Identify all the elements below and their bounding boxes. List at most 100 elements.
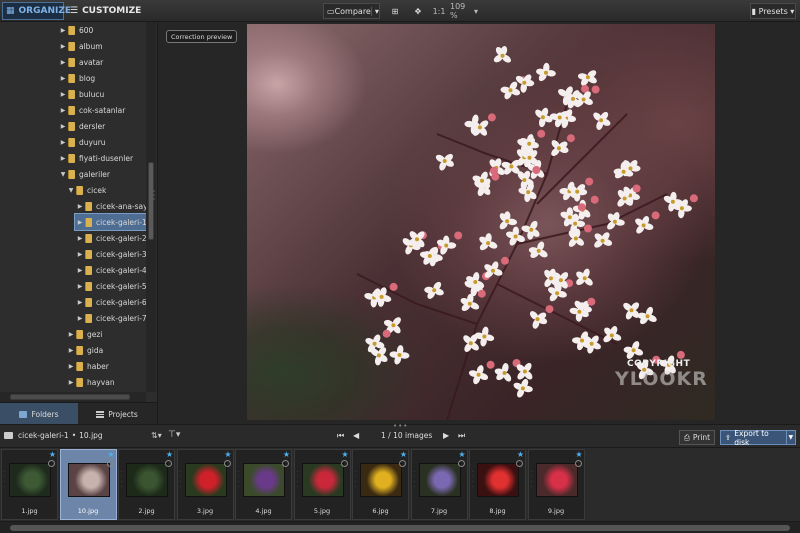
- rating-dots-icon[interactable]: · · · ·: [531, 470, 533, 490]
- star-icon[interactable]: ★: [458, 450, 465, 459]
- filmstrip-thumbnail[interactable]: ★ · · · · 10.jpg: [59, 449, 117, 520]
- tree-item-album[interactable]: ▶ album: [58, 38, 103, 54]
- tree-item-duyuru[interactable]: ▶ duyuru: [58, 134, 106, 150]
- fit-to-window-icon[interactable]: ⊞: [388, 3, 402, 19]
- expand-arrow-right-icon[interactable]: ▶: [75, 315, 85, 322]
- filmstrip-thumbnail[interactable]: ★ · · · · 3.jpg: [176, 449, 234, 520]
- label-circle-icon[interactable]: [574, 460, 582, 467]
- star-icon[interactable]: ★: [283, 450, 290, 459]
- expand-arrow-right-icon[interactable]: ▶: [58, 107, 68, 114]
- rating-dots-icon[interactable]: · · · ·: [121, 470, 123, 490]
- label-circle-icon[interactable]: [340, 460, 348, 467]
- label-circle-icon[interactable]: [106, 460, 114, 467]
- tree-item-cicek-galeri-1[interactable]: ▶ cicek-galeri-1: [74, 213, 146, 231]
- compare-button[interactable]: ▭ Compare ▾: [323, 3, 380, 19]
- expand-arrow-right-icon[interactable]: ▶: [58, 75, 68, 82]
- tree-item-cicek-galeri-6[interactable]: ▶ cicek-galeri-6: [75, 294, 146, 310]
- expand-arrow-right-icon[interactable]: ▶: [75, 283, 85, 290]
- tree-item-bulucu[interactable]: ▶ bulucu: [58, 86, 104, 102]
- filmstrip-thumbnail[interactable]: ★ · · · · 9.jpg: [527, 449, 585, 520]
- expand-arrow-right-icon[interactable]: ▶: [58, 155, 68, 162]
- star-icon[interactable]: ★: [517, 450, 524, 459]
- export-to-disk-button[interactable]: ⇪ Export to disk ▼: [720, 429, 796, 447]
- rating-dots-icon[interactable]: · · · ·: [297, 470, 299, 490]
- expand-arrow-right-icon[interactable]: ▶: [66, 379, 76, 386]
- expand-arrow-right-icon[interactable]: ▶: [75, 299, 85, 306]
- expand-arrow-right-icon[interactable]: ▶: [58, 91, 68, 98]
- tree-item-hayvan[interactable]: ▶ hayvan: [66, 374, 115, 390]
- rating-dots-icon[interactable]: · · · ·: [4, 470, 6, 490]
- filmstrip-thumbnail[interactable]: ★ · · · · 5.jpg: [293, 449, 351, 520]
- tree-item-cok-satanlar[interactable]: ▶ cok-satanlar: [58, 102, 125, 118]
- chevron-down-icon[interactable]: ▼: [785, 431, 795, 444]
- presets-button[interactable]: ▮ Presets ▾: [750, 3, 796, 19]
- label-circle-icon[interactable]: [399, 460, 406, 467]
- rating-dots-icon[interactable]: · · · ·: [180, 470, 182, 490]
- tree-item-cicek-galeri-5[interactable]: ▶ cicek-galeri-5: [75, 278, 146, 294]
- tree-item-dersler[interactable]: ▶ dersler: [58, 118, 105, 134]
- filmstrip-resize-handle[interactable]: •••: [393, 422, 408, 430]
- tab-projects[interactable]: Projects: [78, 403, 156, 425]
- star-icon[interactable]: ★: [341, 450, 348, 459]
- pan-icon[interactable]: ✥: [412, 3, 424, 19]
- last-image-icon[interactable]: ⏭: [458, 431, 465, 441]
- expand-arrow-right-icon[interactable]: ▶: [58, 43, 68, 50]
- tree-item-blog[interactable]: ▶ blog: [58, 70, 95, 86]
- next-image-icon[interactable]: ▶: [443, 431, 449, 440]
- preview-image[interactable]: COPYRIGHT YLOOKR: [247, 24, 715, 420]
- tree-item-cicek-galeri-3[interactable]: ▶ cicek-galeri-3: [75, 246, 146, 262]
- tree-item-cicek-ana-sayfa[interactable]: ▶ cicek-ana-sayfa: [75, 198, 146, 214]
- tree-item-cicek-galeri-2[interactable]: ▶ cicek-galeri-2: [75, 230, 146, 246]
- expand-arrow-right-icon[interactable]: ▶: [58, 59, 68, 66]
- panel-splitter-handle[interactable]: · · ·: [152, 188, 156, 230]
- label-circle-icon[interactable]: [48, 460, 55, 467]
- filmstrip-thumbnail[interactable]: ★ · · · · 7.jpg: [410, 449, 468, 520]
- chevron-down-icon[interactable]: ▾: [370, 6, 379, 16]
- star-icon[interactable]: ★: [107, 450, 114, 459]
- customize-mode-button[interactable]: ☰ CUSTOMIZE: [68, 2, 141, 20]
- scrollbar-thumb[interactable]: [10, 525, 790, 531]
- expand-arrow-right-icon[interactable]: ▶: [66, 347, 76, 354]
- print-button[interactable]: ⎙ Print: [679, 430, 715, 445]
- star-icon[interactable]: ★: [224, 450, 231, 459]
- expand-arrow-right-icon[interactable]: ▶: [58, 27, 68, 34]
- expand-arrow-right-icon[interactable]: ▶: [75, 267, 85, 274]
- rating-dots-icon[interactable]: · · · ·: [414, 470, 416, 490]
- expand-arrow-right-icon[interactable]: ▶: [66, 331, 76, 338]
- label-circle-icon[interactable]: [516, 460, 523, 467]
- rating-dots-icon[interactable]: · · · ·: [238, 470, 240, 490]
- star-icon[interactable]: ★: [166, 450, 173, 459]
- label-circle-icon[interactable]: [165, 460, 172, 467]
- tree-item-cicek[interactable]: ▼ cicek: [66, 182, 106, 198]
- expand-arrow-right-icon[interactable]: ▶: [75, 219, 85, 226]
- expand-arrow-right-icon[interactable]: ▶: [58, 139, 68, 146]
- tree-item-cicek-galeri-7[interactable]: ▶ cicek-galeri-7: [75, 310, 146, 326]
- expand-arrow-right-icon[interactable]: ▶: [66, 363, 76, 370]
- expand-arrow-right-icon[interactable]: ▶: [58, 123, 68, 130]
- expand-arrow-down-icon[interactable]: ▼: [66, 187, 76, 194]
- filmstrip-thumbnail[interactable]: ★ · · · · 1.jpg: [1, 449, 58, 520]
- tree-item-cicek-galeri-4[interactable]: ▶ cicek-galeri-4: [75, 262, 146, 278]
- label-circle-icon[interactable]: [223, 460, 231, 467]
- tab-folders[interactable]: Folders: [0, 403, 78, 425]
- tree-item-haber[interactable]: ▶ haber: [66, 358, 109, 374]
- tree-item-600[interactable]: ▶ 600: [58, 22, 93, 38]
- rating-dots-icon[interactable]: · · · ·: [472, 470, 474, 490]
- expand-arrow-right-icon[interactable]: ▶: [75, 235, 85, 242]
- first-image-icon[interactable]: ⏮: [337, 431, 344, 441]
- star-icon[interactable]: ★: [575, 450, 582, 459]
- label-circle-icon[interactable]: [282, 460, 289, 467]
- tree-item-avatar[interactable]: ▶ avatar: [58, 54, 103, 70]
- filter-icon[interactable]: ⊤▾: [168, 430, 180, 440]
- sort-icon[interactable]: ⇅▾: [151, 431, 162, 440]
- rating-dots-icon[interactable]: · · · ·: [355, 470, 357, 490]
- label-circle-icon[interactable]: [457, 460, 465, 467]
- expand-arrow-right-icon[interactable]: ▶: [75, 251, 85, 258]
- star-icon[interactable]: ★: [49, 450, 56, 459]
- tree-item-galeriler[interactable]: ▼ galeriler: [58, 166, 110, 182]
- one-to-one-button[interactable]: 1:1: [432, 3, 446, 19]
- tree-item-gida[interactable]: ▶ gida: [66, 342, 103, 358]
- zoom-level[interactable]: 109 % ▾: [450, 2, 478, 20]
- filmstrip-thumbnail[interactable]: ★ · · · · 6.jpg: [352, 449, 409, 520]
- filmstrip-thumbnail[interactable]: ★ · · · · 2.jpg: [118, 449, 175, 520]
